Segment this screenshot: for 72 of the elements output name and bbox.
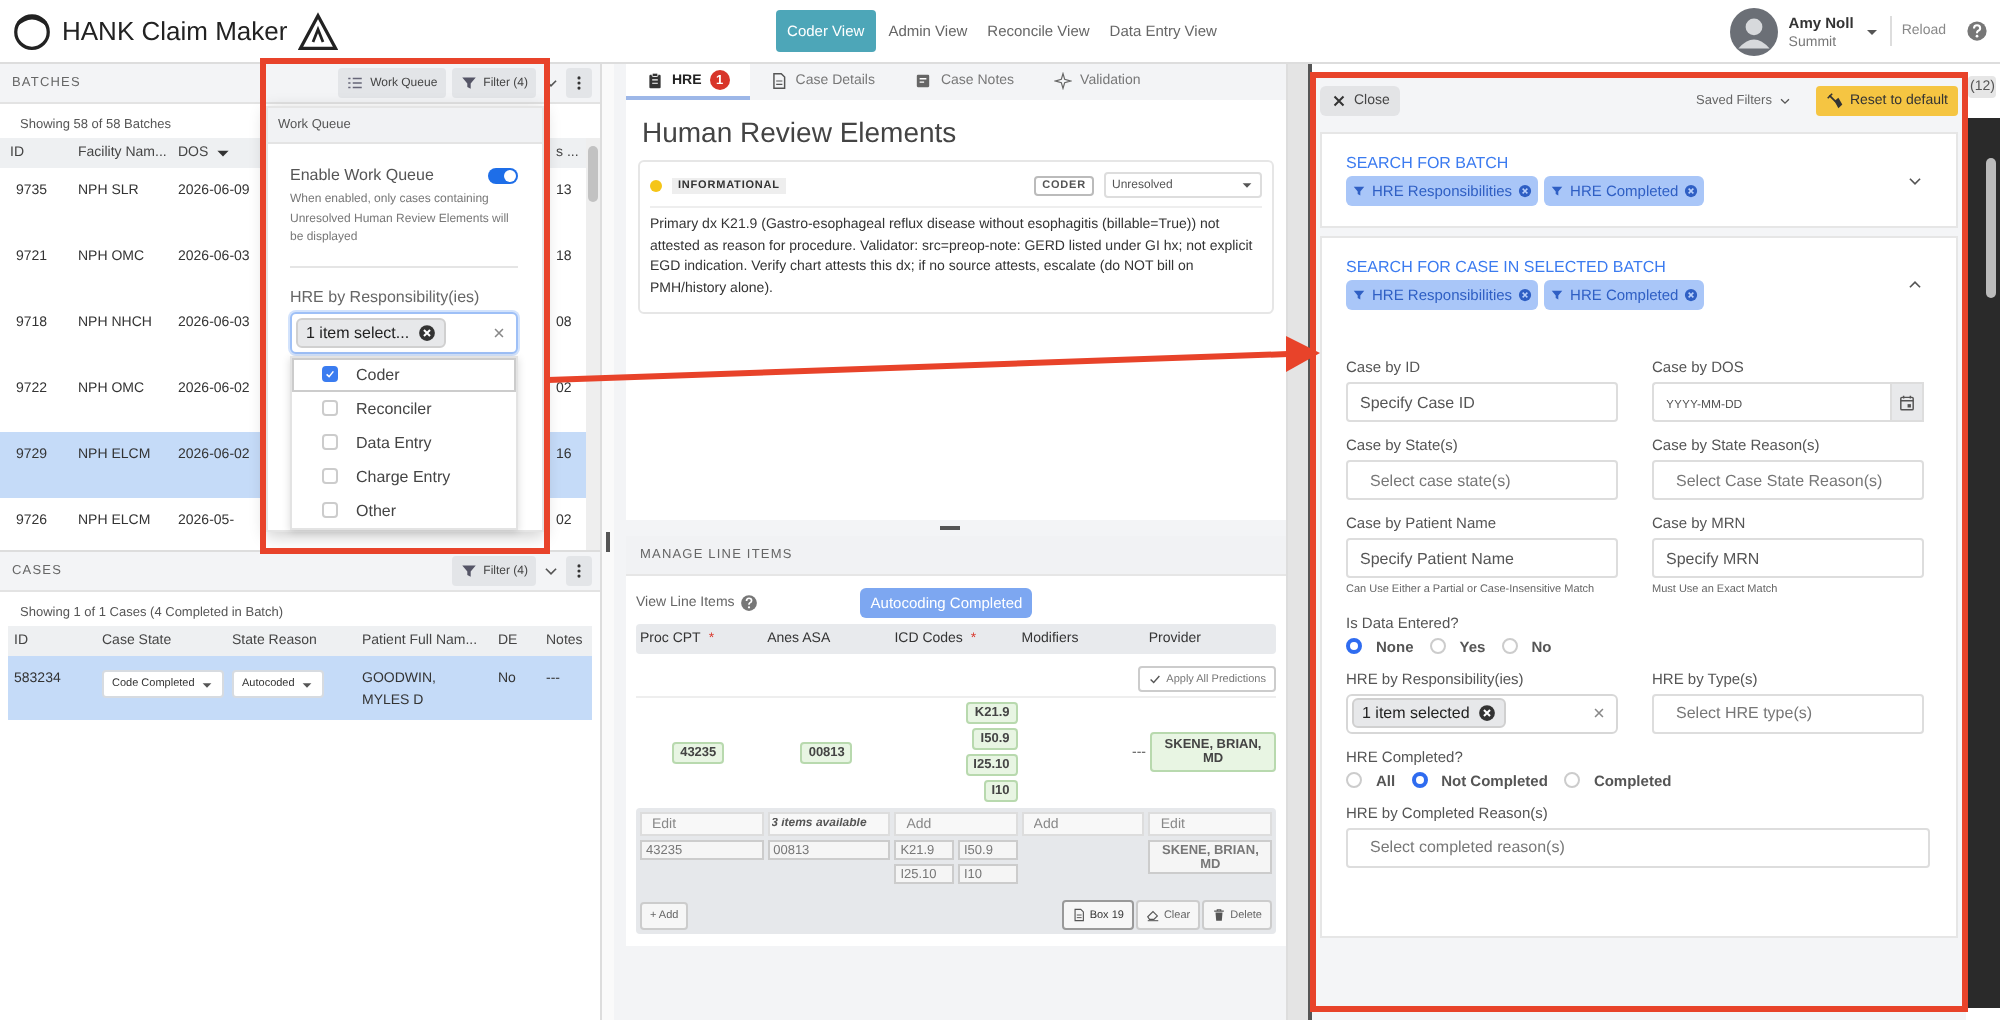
- dropdown-option[interactable]: Reconciler: [292, 391, 516, 426]
- caret-icon: [1240, 178, 1254, 192]
- caret-icon: [300, 677, 315, 692]
- select-field[interactable]: Select case state(s): [1346, 460, 1618, 500]
- filter-icon: [459, 562, 478, 580]
- panel-title: Human Review Elements: [642, 116, 959, 148]
- filter-icon: [1352, 184, 1366, 198]
- help-icon: [740, 593, 759, 611]
- close-icon: [1590, 704, 1608, 723]
- select-field[interactable]: Select completed reason(s): [1346, 827, 1930, 868]
- scrollbar[interactable]: [586, 138, 600, 550]
- close-icon: [490, 323, 508, 342]
- input-field[interactable]: Specify MRN: [1652, 538, 1924, 578]
- document-icon: [1071, 908, 1086, 922]
- sparkle-icon: [1054, 71, 1073, 89]
- toggle-label: Enable Work Queue: [290, 166, 434, 184]
- clear-icon: [1684, 288, 1699, 302]
- dropdown-option[interactable]: Coder: [292, 357, 516, 392]
- input-field[interactable]: Specify Patient Name: [1346, 538, 1618, 578]
- trash-icon: [1212, 908, 1227, 922]
- filter-icon: [459, 74, 478, 92]
- chevron-down-icon: [1777, 93, 1792, 107]
- list-icon: [346, 74, 365, 92]
- app-title: HANK Claim Maker: [62, 16, 288, 46]
- clear-icon: [1518, 288, 1533, 302]
- checkbox[interactable]: [322, 400, 338, 417]
- multi-select-field[interactable]: 1 item select...: [290, 311, 518, 354]
- check-icon: [1148, 672, 1163, 686]
- more-button[interactable]: [566, 556, 592, 586]
- select-field[interactable]: Select HRE type(s): [1652, 693, 1924, 734]
- eraser-icon: [1145, 908, 1160, 922]
- warning-icon: [297, 11, 338, 51]
- clear-icon: [1684, 184, 1699, 198]
- chevron-down-icon: [542, 562, 560, 580]
- selection-chip: 1 item select...: [296, 317, 446, 348]
- input-field[interactable]: Specify Case ID: [1346, 382, 1618, 422]
- resize-handle[interactable]: [940, 526, 960, 530]
- section-title[interactable]: SEARCH FOR BATCH: [1346, 154, 1705, 172]
- close-icon: [1330, 91, 1348, 109]
- scroll-thumb[interactable]: [588, 146, 598, 202]
- dropdown-option[interactable]: Charge Entry: [292, 459, 516, 494]
- checkbox[interactable]: [322, 366, 338, 383]
- caret-icon: [200, 677, 215, 692]
- clear-icon: [417, 323, 436, 342]
- field-label: HRE by Responsibility(ies): [290, 287, 482, 306]
- more-button[interactable]: [566, 68, 592, 98]
- calendar-icon: [1897, 393, 1916, 411]
- clipboard-icon: [646, 71, 664, 89]
- broom-icon: [1825, 91, 1844, 109]
- checkbox[interactable]: [322, 468, 338, 485]
- dropdown-option[interactable]: Data Entry: [292, 425, 516, 460]
- clear-icon: [1518, 184, 1533, 198]
- checkbox[interactable]: [322, 434, 338, 451]
- avatar-icon: [1730, 7, 1779, 55]
- checkbox[interactable]: [322, 502, 338, 519]
- document-icon: [769, 71, 788, 89]
- select-field[interactable]: Select Case State Reason(s): [1652, 460, 1924, 500]
- dropdown-option[interactable]: Other: [292, 493, 516, 528]
- calendar-button[interactable]: [1889, 382, 1924, 422]
- resize-handle[interactable]: [606, 532, 610, 552]
- scroll-thumb[interactable]: [1986, 158, 1996, 298]
- help-icon: [1966, 20, 1988, 42]
- note-icon: [914, 71, 933, 89]
- filter-icon: [1550, 184, 1565, 198]
- multi-select-field[interactable]: 1 item selected: [1346, 693, 1618, 734]
- toggle-switch[interactable]: [488, 167, 518, 183]
- filter-icon: [1550, 288, 1565, 302]
- logo-icon: [12, 11, 52, 51]
- selection-chip: 1 item selected: [1352, 698, 1506, 729]
- clear-icon: [1477, 704, 1496, 723]
- filter-icon: [1352, 288, 1366, 302]
- section-title[interactable]: SEARCH FOR CASE IN SELECTED BATCH: [1346, 258, 1705, 276]
